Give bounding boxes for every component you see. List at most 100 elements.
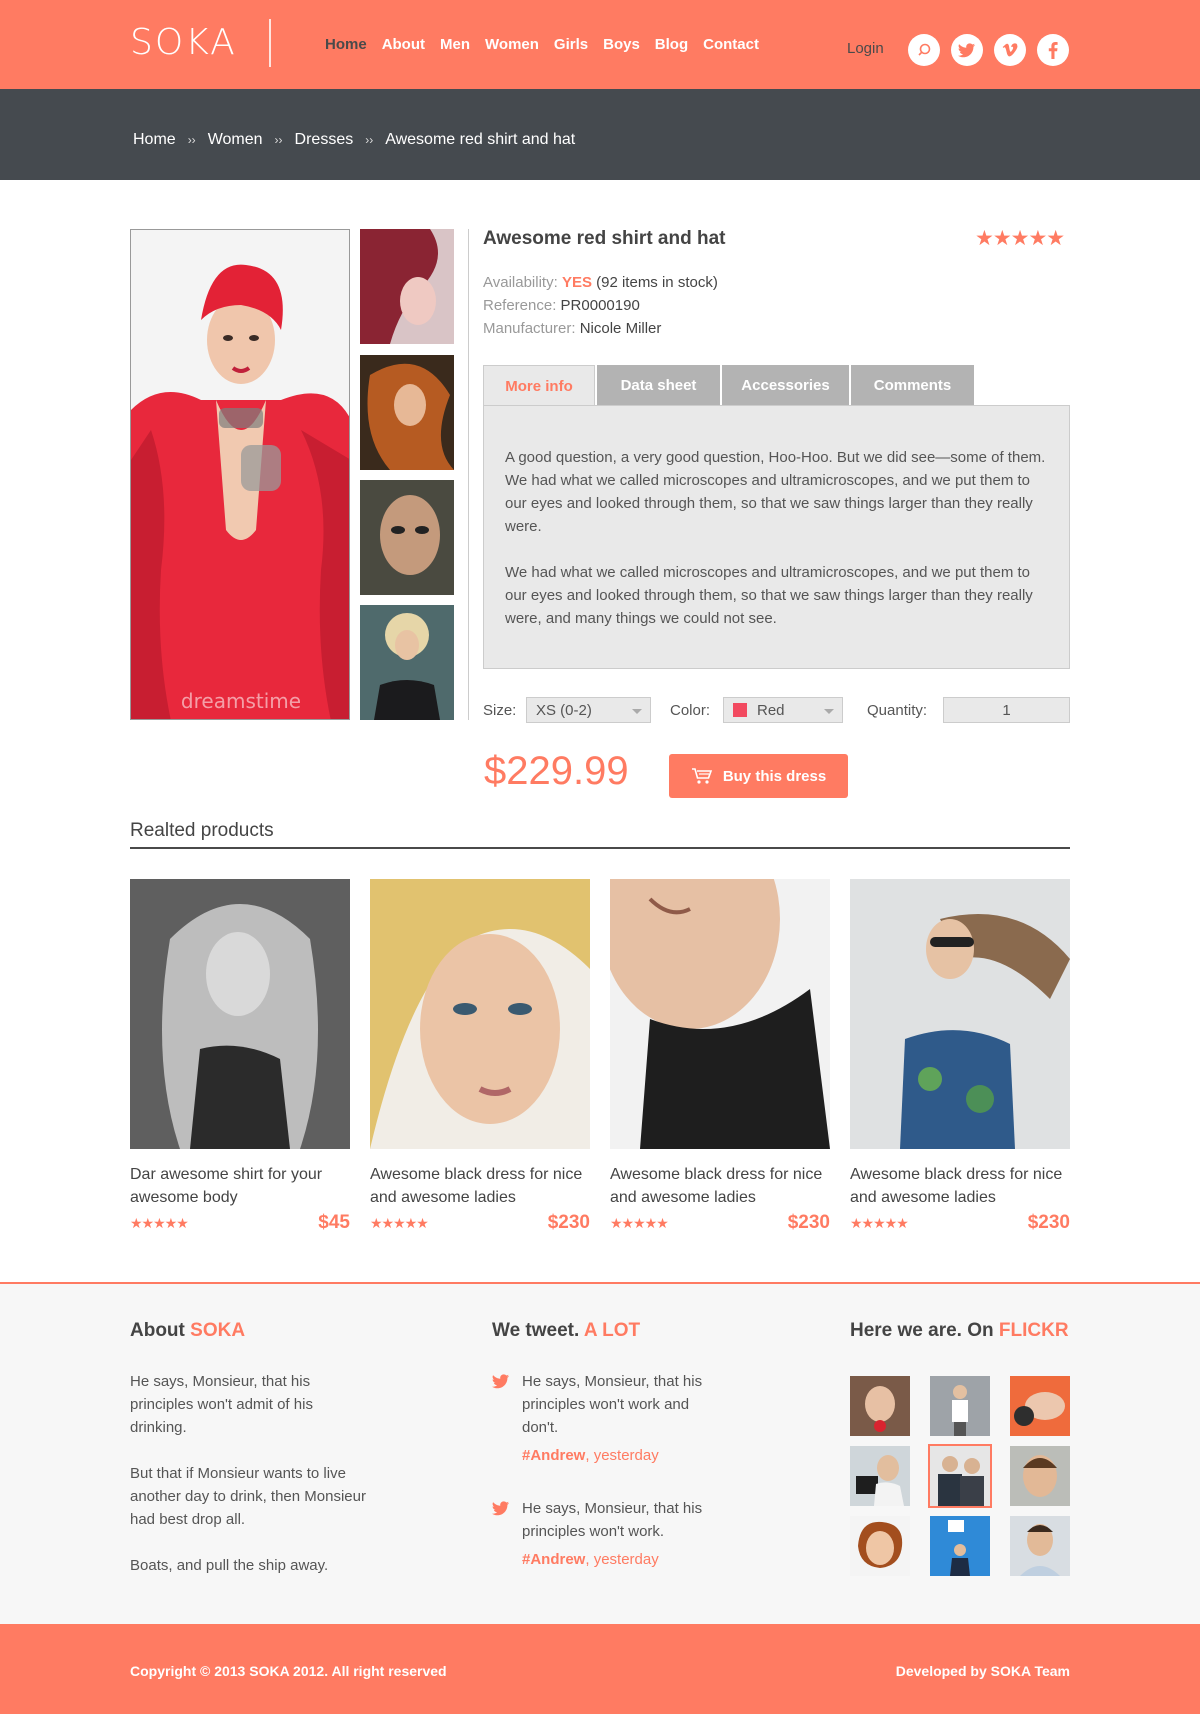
flickr-photo[interactable] — [850, 1376, 910, 1436]
availability-label: Availability: — [483, 274, 558, 291]
nav-contact[interactable]: Contact — [703, 36, 759, 53]
description-paragraph: A good question, a very good question, H… — [505, 449, 1046, 535]
product-main-photo[interactable]: dreamstime — [130, 229, 350, 720]
tweet: He says, Monsieur, that his principles w… — [492, 1370, 712, 1464]
tweet-author[interactable]: #Andrew — [522, 1447, 585, 1464]
related-item[interactable]: Awesome black dress for nice and awesome… — [370, 879, 590, 1234]
availability-row: Availability: YES (92 items in stock) — [483, 274, 718, 291]
manufacturer-label: Manufacturer: — [483, 320, 576, 337]
color-label: Color: — [670, 702, 711, 719]
related-name[interactable]: Awesome black dress for nice and awesome… — [610, 1163, 830, 1209]
tweet-author[interactable]: #Andrew — [522, 1551, 585, 1568]
about-heading-accent: SOKA — [190, 1320, 246, 1341]
developed-by: Developed by SOKA Team — [895, 1663, 1070, 1679]
size-label: Size: — [483, 702, 517, 719]
breadcrumb-dresses[interactable]: Dresses — [295, 131, 354, 149]
product-thumb[interactable] — [360, 229, 454, 344]
tab-panel-more-info: A good question, a very good question, H… — [483, 405, 1070, 669]
related-image[interactable] — [850, 879, 1070, 1149]
related-price: $230 — [547, 1212, 590, 1233]
related-name[interactable]: Dar awesome shirt for your awesome body — [130, 1163, 350, 1209]
related-rating: ★★★★★ — [610, 1214, 669, 1231]
flickr-photo[interactable] — [850, 1446, 910, 1506]
reference-value: PR0000190 — [560, 297, 640, 314]
product-thumb[interactable] — [360, 355, 454, 470]
tweet-time: , yesterday — [585, 1447, 659, 1464]
twitter-icon — [492, 1374, 509, 1389]
nav-about[interactable]: About — [382, 36, 425, 53]
flickr-photo[interactable] — [1010, 1446, 1070, 1506]
tab-more-info[interactable]: More info — [483, 365, 595, 407]
about-paragraph: But that if Monsieur wants to live anoth… — [130, 1465, 366, 1528]
related-price: $45 — [318, 1212, 350, 1233]
related-title: Realted products — [130, 820, 274, 841]
about-heading-text: About — [130, 1320, 185, 1341]
flickr-heading-text: Here we are. On — [850, 1320, 994, 1341]
flickr-photo[interactable] — [1010, 1376, 1070, 1436]
twitter-icon[interactable] — [951, 34, 983, 66]
related-image[interactable] — [130, 879, 350, 1149]
product-thumb[interactable] — [360, 605, 454, 720]
nav-home[interactable]: Home — [325, 36, 367, 53]
flickr-photo[interactable] — [930, 1376, 990, 1436]
related-image[interactable] — [370, 879, 590, 1149]
related-rating: ★★★★★ — [850, 1214, 909, 1231]
nav-women[interactable]: Women — [485, 36, 539, 53]
facebook-icon[interactable] — [1037, 34, 1069, 66]
color-select[interactable]: Red — [723, 697, 843, 723]
nav-blog[interactable]: Blog — [655, 36, 688, 53]
breadcrumb-separator: ›› — [274, 133, 283, 147]
tab-data-sheet[interactable]: Data sheet — [597, 365, 720, 405]
breadcrumb-current: Awesome red shirt and hat — [385, 131, 576, 148]
related-name[interactable]: Awesome black dress for nice and awesome… — [850, 1163, 1070, 1209]
breadcrumb-women[interactable]: Women — [208, 131, 263, 149]
svg-text:dreamstime: dreamstime — [181, 689, 301, 713]
related-image[interactable] — [610, 879, 830, 1149]
chevron-down-icon — [632, 709, 642, 714]
tweet: He says, Monsieur, that his principles w… — [492, 1497, 712, 1568]
tab-comments[interactable]: Comments — [851, 365, 974, 405]
twitter-icon — [492, 1501, 509, 1516]
flickr-photo[interactable] — [1010, 1516, 1070, 1576]
flickr-photo[interactable] — [850, 1516, 910, 1576]
reference-row: Reference: PR0000190 — [483, 297, 640, 314]
search-icon[interactable] — [908, 34, 940, 66]
flickr-heading-accent: FLICKR — [998, 1320, 1069, 1341]
login-link[interactable]: Login — [847, 40, 884, 57]
buy-button-label: Buy this dress — [722, 767, 827, 785]
related-item[interactable]: Awesome black dress for nice and awesome… — [610, 879, 830, 1234]
flickr-photo[interactable] — [930, 1516, 990, 1576]
nav-girls[interactable]: Girls — [554, 36, 588, 53]
color-swatch — [733, 703, 747, 717]
product-tabs: More info Data sheet Accessories Comment… — [483, 365, 976, 407]
nav-men[interactable]: Men — [440, 36, 470, 53]
tweet-text: He says, Monsieur, that his principles w… — [522, 1500, 703, 1540]
product-thumb[interactable] — [360, 480, 454, 595]
size-select[interactable]: XS (0-2) — [526, 697, 651, 723]
quantity-value: 1 — [1002, 701, 1011, 719]
nav-boys[interactable]: Boys — [603, 36, 640, 53]
quantity-input[interactable]: 1 — [943, 697, 1070, 723]
about-paragraph: Boats, and pull the ship away. — [130, 1557, 329, 1574]
related-item[interactable]: Dar awesome shirt for your awesome body … — [130, 879, 350, 1234]
tweet-text: He says, Monsieur, that his principles w… — [522, 1373, 703, 1436]
vimeo-icon[interactable] — [994, 34, 1026, 66]
tweet-byline: #Andrew, yesterday — [522, 1447, 712, 1464]
tab-accessories[interactable]: Accessories — [722, 365, 849, 405]
site-logo[interactable]: SOKA — [130, 22, 237, 63]
availability-value: YES — [561, 274, 592, 291]
cart-icon — [691, 768, 712, 784]
product-rating[interactable]: ★★★★★ — [975, 226, 1065, 251]
flickr-photo[interactable] — [930, 1446, 990, 1506]
related-rating: ★★★★★ — [370, 1214, 429, 1231]
flickr-heading: Here we are. On FLICKR — [850, 1320, 1069, 1342]
related-name[interactable]: Awesome black dress for nice and awesome… — [370, 1163, 590, 1209]
related-divider — [130, 847, 1070, 849]
size-value: XS (0-2) — [536, 701, 592, 719]
buy-button[interactable]: Buy this dress — [669, 754, 848, 798]
breadcrumb-home[interactable]: Home — [133, 131, 176, 149]
description-paragraph: We had what we called microscopes and ul… — [505, 564, 1033, 627]
product-price: $229.99 — [484, 749, 629, 793]
tweets-heading-accent: A LOT — [583, 1320, 641, 1341]
related-item[interactable]: Awesome black dress for nice and awesome… — [850, 879, 1070, 1234]
